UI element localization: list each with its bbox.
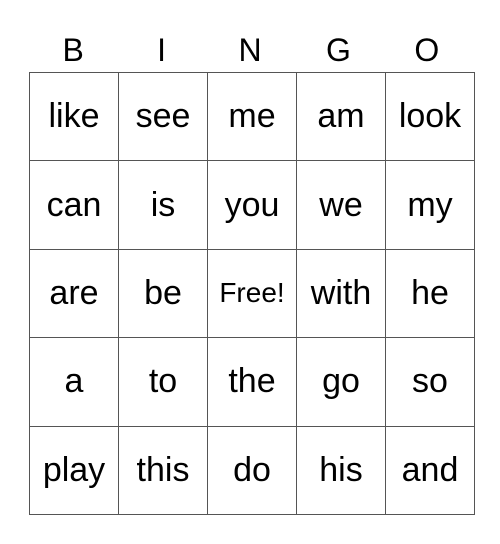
bingo-cell[interactable]: a — [29, 337, 119, 427]
bingo-cell[interactable]: are — [29, 248, 119, 339]
bingo-cell[interactable]: my — [385, 160, 475, 250]
bingo-grid: like see me am look can is you we my are… — [29, 71, 475, 516]
bingo-cell[interactable]: me — [207, 71, 297, 162]
bingo-cell[interactable]: see — [118, 71, 208, 162]
bingo-cell[interactable]: go — [296, 337, 386, 427]
bingo-cell[interactable]: and — [385, 425, 475, 516]
grid-row: play this do his and — [29, 425, 475, 516]
free-cell[interactable]: Free! — [207, 248, 297, 339]
grid-row: can is you we my — [29, 160, 475, 250]
bingo-cell[interactable]: am — [296, 71, 386, 162]
bingo-cell[interactable]: like — [29, 71, 119, 162]
header-letter-n: N — [238, 32, 262, 68]
grid-row: like see me am look — [29, 71, 475, 162]
grid-row: are be Free! with he — [29, 248, 475, 339]
bingo-cell[interactable]: is — [118, 160, 208, 250]
bingo-cell[interactable]: with — [296, 248, 386, 339]
bingo-cell[interactable]: so — [385, 337, 475, 427]
bingo-cell[interactable]: can — [29, 160, 119, 250]
bingo-cell[interactable]: play — [29, 425, 119, 516]
bingo-cell[interactable]: be — [118, 248, 208, 339]
bingo-cell[interactable]: to — [118, 337, 208, 427]
bingo-cell[interactable]: do — [207, 425, 297, 516]
bingo-header: B I N G O — [29, 28, 471, 72]
bingo-cell[interactable]: he — [385, 248, 475, 339]
header-letter-o: O — [414, 32, 440, 68]
grid-row: a to the go so — [29, 337, 475, 427]
header-letter-i: I — [157, 32, 167, 68]
bingo-cell[interactable]: this — [118, 425, 208, 516]
header-letter-g: G — [325, 32, 351, 68]
bingo-cell[interactable]: we — [296, 160, 386, 250]
bingo-cell[interactable]: his — [296, 425, 386, 516]
bingo-cell[interactable]: look — [385, 71, 475, 162]
header-letter-b: B — [62, 32, 84, 68]
bingo-cell[interactable]: the — [207, 337, 297, 427]
bingo-cell[interactable]: you — [207, 160, 297, 250]
